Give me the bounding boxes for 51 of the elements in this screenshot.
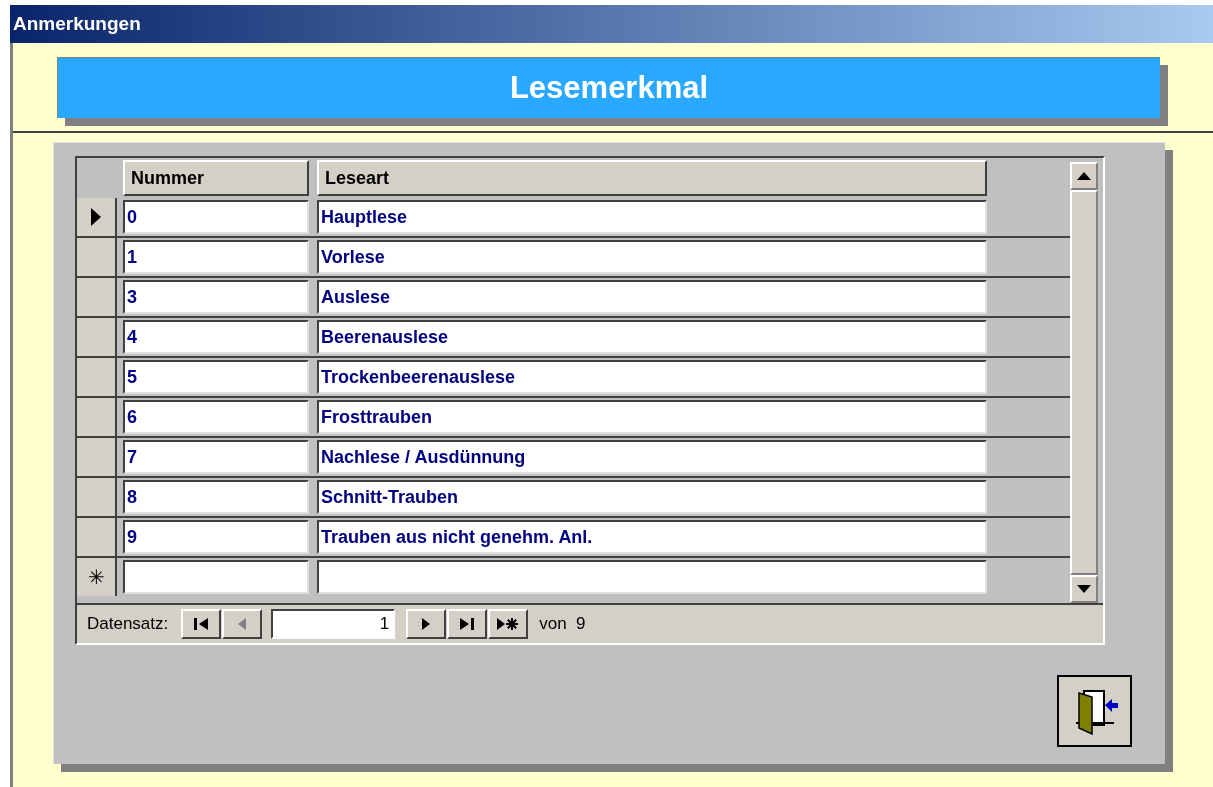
table-cell[interactable]: 9	[123, 520, 309, 554]
table-cell[interactable]: Auslese	[317, 280, 987, 314]
row-selector[interactable]	[77, 398, 117, 436]
column-header[interactable]: Leseart	[317, 160, 987, 196]
table-cell[interactable]: Frosttrauben	[317, 400, 987, 434]
up-arrow-icon	[1077, 172, 1091, 180]
first-record-icon	[194, 618, 209, 630]
next-record-icon	[422, 618, 431, 630]
table-cell[interactable]: 1	[123, 240, 309, 274]
table-cell[interactable]: 3	[123, 280, 309, 314]
row-selector[interactable]	[77, 358, 117, 396]
row-selector[interactable]	[77, 518, 117, 556]
record-label: Datensatz:	[87, 613, 169, 636]
table-cell[interactable]: Schnitt-Trauben	[317, 480, 987, 514]
table-cell[interactable]: Hauptlese	[317, 200, 987, 234]
previous-record-icon	[238, 618, 247, 630]
table-cell[interactable]: Vorlese	[317, 240, 987, 274]
navigation-button[interactable]	[488, 609, 529, 639]
table-cell[interactable]: 5	[123, 360, 309, 394]
table-cell[interactable]: 4	[123, 320, 309, 354]
window-title: Anmerkungen	[10, 5, 1213, 43]
table-cell[interactable]: Trauben aus nicht genehm. Anl.	[317, 520, 987, 554]
row-selector[interactable]	[77, 438, 117, 476]
navigation-button[interactable]	[181, 609, 222, 639]
table-cell[interactable]: 8	[123, 480, 309, 514]
new-record-icon	[497, 618, 520, 630]
table-cell[interactable]: Nachlese / Ausdünnung	[317, 440, 987, 474]
table-cell[interactable]: 7	[123, 440, 309, 474]
new-record-field[interactable]	[123, 560, 309, 594]
row-selector[interactable]	[77, 278, 117, 316]
table-cell[interactable]: 6	[123, 400, 309, 434]
table-cell[interactable]: Trockenbeerenauslese	[317, 360, 987, 394]
new-record-field[interactable]	[317, 560, 987, 594]
record-number-field[interactable]: 1	[271, 609, 396, 639]
last-record-icon	[460, 618, 475, 630]
scroll-down-button[interactable]	[1070, 575, 1098, 603]
row-selector[interactable]	[77, 238, 117, 276]
exit-button[interactable]	[1057, 675, 1132, 747]
navigation-button[interactable]	[406, 609, 447, 639]
record-count: von 9	[539, 613, 586, 636]
row-selector[interactable]	[77, 318, 117, 356]
scroll-up-button[interactable]	[1070, 162, 1098, 190]
down-arrow-icon	[1077, 585, 1091, 593]
column-header[interactable]: Nummer	[123, 160, 309, 196]
table-cell[interactable]: 0	[123, 200, 309, 234]
new-record-marker: ✳	[77, 558, 117, 596]
current-record-icon	[91, 208, 101, 226]
navigation-button[interactable]	[447, 609, 488, 639]
row-selector[interactable]	[77, 478, 117, 516]
table-cell[interactable]: Beerenauslese	[317, 320, 987, 354]
row-selector[interactable]	[77, 198, 117, 236]
